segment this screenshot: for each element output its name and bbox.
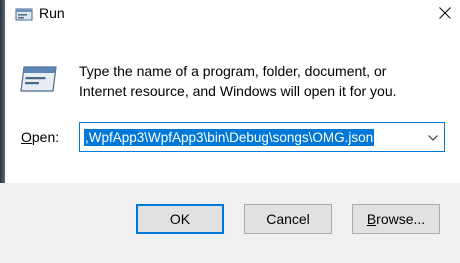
chevron-down-icon [428,128,438,146]
close-button[interactable] [425,0,460,30]
window-title: Run [39,5,65,21]
open-input[interactable]: ,WpfApp3\WpfApp3\bin\Debug\songs\OMG.jso… [84,129,375,146]
run-icon [15,6,33,22]
browse-label: Browse... [366,211,426,227]
run-dialog: Run Type the name of a program, folder, … [0,0,460,263]
ok-label: OK [169,211,191,227]
open-combobox[interactable]: ,WpfApp3\WpfApp3\bin\Debug\songs\OMG.jso… [79,122,445,152]
run-program-icon [20,64,58,94]
close-icon [439,6,451,24]
button-bar: OK Cancel Browse... [0,183,460,263]
browse-button[interactable]: Browse... [352,204,440,234]
title-bar[interactable]: Run [5,0,460,30]
instruction-line-2: Internet resource, and Windows will open… [79,83,397,99]
ok-button[interactable]: OK [136,204,224,234]
dropdown-button[interactable] [422,123,444,151]
cancel-button[interactable]: Cancel [244,204,332,234]
open-label: Open: [21,129,60,145]
instruction-text: Type the name of a program, folder, docu… [79,61,449,101]
open-mnemonic: O [21,129,32,145]
instruction-line-1: Type the name of a program, folder, docu… [79,63,387,79]
cancel-label: Cancel [266,211,310,227]
